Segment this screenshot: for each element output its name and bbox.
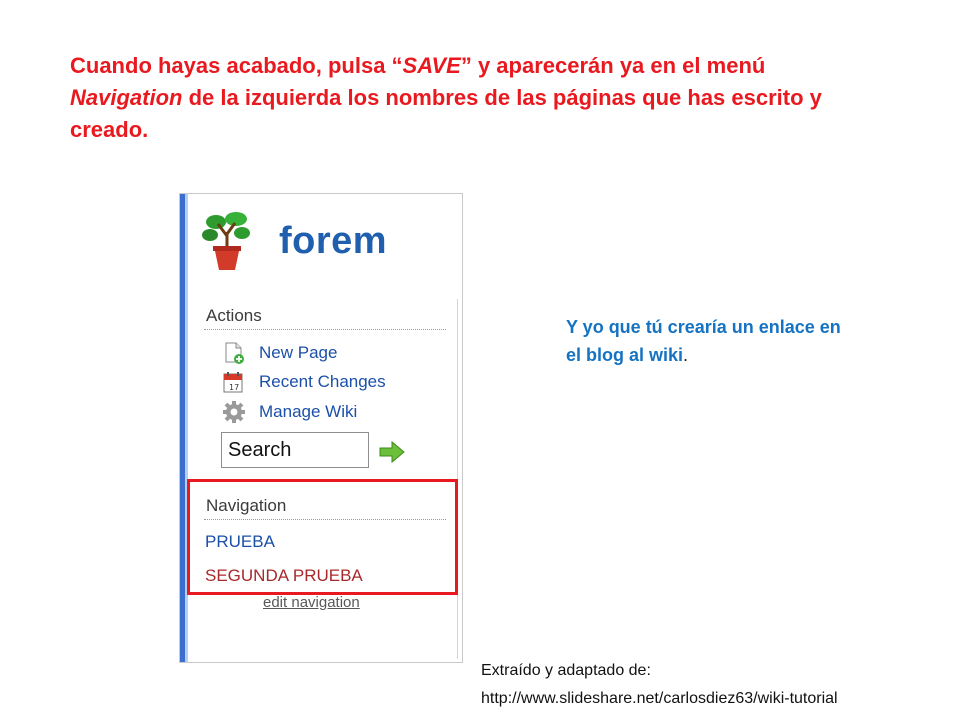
calendar-icon: 17 bbox=[223, 372, 243, 393]
actions-divider bbox=[204, 329, 446, 330]
green-arrow-icon[interactable] bbox=[378, 440, 406, 464]
source-url: http://www.slideshare.net/carlosdiez63/w… bbox=[481, 690, 838, 707]
gear-icon bbox=[223, 401, 245, 423]
potted-plant-icon bbox=[202, 212, 250, 270]
tip-period: . bbox=[683, 345, 689, 365]
instruction-text: Cuando hayas acabado, pulsa “SAVE” y apa… bbox=[70, 50, 870, 146]
svg-text:17: 17 bbox=[229, 383, 239, 392]
instruction-part-2: ” y aparecerán ya en el menú bbox=[460, 53, 766, 78]
wiki-logo-text[interactable]: forem bbox=[279, 220, 387, 263]
navigation-highlight-box bbox=[187, 479, 458, 595]
tip-body: Y yo que tú crearía un enlace en el blog… bbox=[566, 317, 841, 365]
navigation-keyword: Navigation bbox=[70, 85, 183, 110]
source-credit: Extraído y adaptado de: http://www.slide… bbox=[481, 657, 838, 713]
actions-title: Actions bbox=[206, 306, 262, 325]
instruction-part-3: de la izquierda los nombres de las págin… bbox=[70, 85, 822, 142]
save-keyword: SAVE bbox=[402, 53, 461, 78]
action-label[interactable]: New Page bbox=[259, 343, 337, 363]
instruction-part-1: Cuando hayas acabado, pulsa “ bbox=[70, 53, 403, 78]
tip-text: Y yo que tú crearía un enlace en el blog… bbox=[566, 313, 846, 369]
action-label[interactable]: Recent Changes bbox=[259, 372, 386, 392]
source-label: Extraído y adaptado de: bbox=[481, 662, 651, 679]
search-input[interactable]: Search bbox=[221, 432, 369, 468]
action-label[interactable]: Manage Wiki bbox=[259, 402, 357, 422]
edit-navigation-link[interactable]: edit navigation bbox=[263, 594, 360, 611]
new-page-icon bbox=[225, 342, 244, 364]
